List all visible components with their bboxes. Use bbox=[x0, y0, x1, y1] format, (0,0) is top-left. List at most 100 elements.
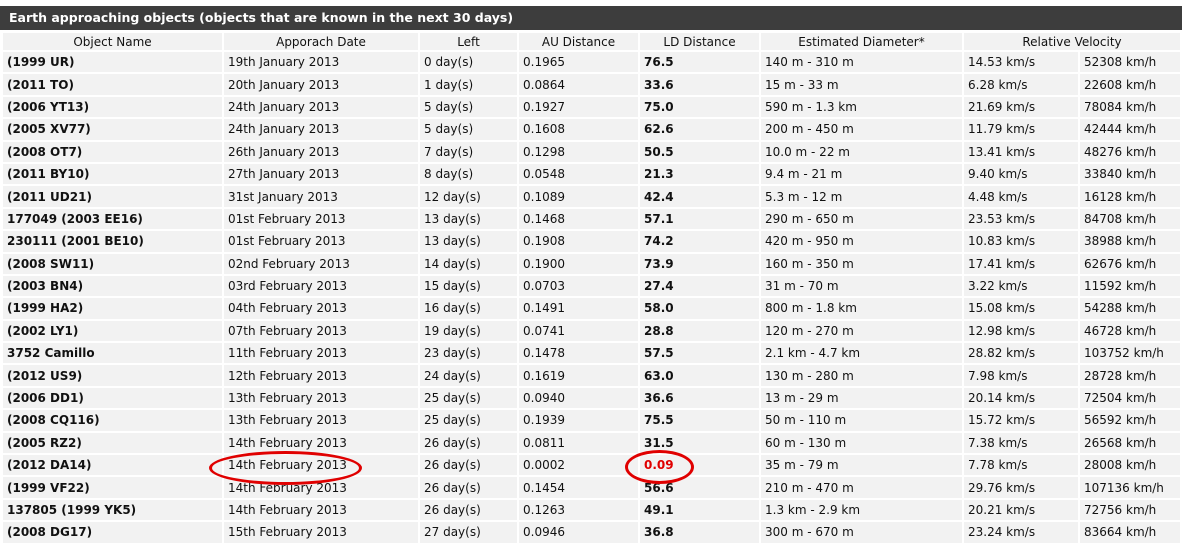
cell-approach-date: 31st January 2013 bbox=[224, 186, 418, 207]
cell-estimated-diameter: 5.3 m - 12 m bbox=[761, 186, 962, 207]
cell-ld-distance: 36.8 bbox=[640, 522, 759, 543]
cell-ld-distance: 58.0 bbox=[640, 298, 759, 319]
cell-ld-distance: 49.1 bbox=[640, 499, 759, 521]
col-estimated-diameter: Estimated Diameter* bbox=[761, 33, 962, 50]
cell-velocity-kms: 6.28 km/s bbox=[964, 74, 1078, 95]
cell-estimated-diameter: 290 m - 650 m bbox=[761, 208, 962, 230]
cell-au-distance: 0.0811 bbox=[519, 432, 638, 454]
cell-velocity-kmh: 72504 km/h bbox=[1080, 387, 1180, 409]
cell-object-name: (2012 DA14) bbox=[3, 455, 222, 476]
cell-ld-distance: 62.6 bbox=[640, 119, 759, 140]
cell-estimated-diameter: 9.4 m - 21 m bbox=[761, 163, 962, 185]
table-row: (2011 TO) 20th January 2013 1 day(s) 0.0864… bbox=[3, 74, 1180, 95]
cell-days-left: 26 day(s) bbox=[420, 432, 517, 454]
cell-estimated-diameter: 1.3 km - 2.9 km bbox=[761, 499, 962, 521]
cell-days-left: 19 day(s) bbox=[420, 320, 517, 342]
cell-object-name: (2006 YT13) bbox=[3, 96, 222, 118]
cell-velocity-kms: 9.40 km/s bbox=[964, 163, 1078, 185]
table-row: (2002 LY1) 07th February 2013 19 day(s) 0.0… bbox=[3, 320, 1180, 342]
cell-object-name: (2011 UD21) bbox=[3, 186, 222, 207]
cell-velocity-kmh: 72756 km/h bbox=[1080, 499, 1180, 521]
cell-au-distance: 0.0946 bbox=[519, 522, 638, 543]
cell-velocity-kmh: 11592 km/h bbox=[1080, 275, 1180, 297]
table-row: (2012 US9) 12th February 2013 24 day(s) 0.1… bbox=[3, 365, 1180, 386]
cell-approach-date: 27th January 2013 bbox=[224, 163, 418, 185]
cell-ld-distance: 50.5 bbox=[640, 141, 759, 162]
cell-approach-date: 14th February 2013 bbox=[224, 499, 418, 521]
col-approach-date: Apporach Date bbox=[224, 33, 418, 50]
table-row: (2008 SW11) 02nd February 2013 14 day(s) 0.… bbox=[3, 253, 1180, 274]
cell-ld-distance: 56.6 bbox=[640, 477, 759, 498]
table-row: (2008 CQ116) 13th February 2013 25 day(s) 0… bbox=[3, 410, 1180, 431]
cell-velocity-kmh: 28008 km/h bbox=[1080, 455, 1180, 476]
cell-au-distance: 0.1089 bbox=[519, 186, 638, 207]
cell-velocity-kmh: 54288 km/h bbox=[1080, 298, 1180, 319]
col-au-distance: AU Distance bbox=[519, 33, 638, 50]
cell-estimated-diameter: 13 m - 29 m bbox=[761, 387, 962, 409]
cell-days-left: 26 day(s) bbox=[420, 499, 517, 521]
table-row: 3752 Camillo 11th February 2013 23 day(s) 0… bbox=[3, 343, 1180, 364]
table-row: 177049 (2003 EE16) 01st February 2013 13 d… bbox=[3, 208, 1180, 230]
cell-estimated-diameter: 10.0 m - 22 m bbox=[761, 141, 962, 162]
cell-approach-date: 24th January 2013 bbox=[224, 119, 418, 140]
cell-velocity-kms: 28.82 km/s bbox=[964, 343, 1078, 364]
cell-object-name: 3752 Camillo bbox=[3, 343, 222, 364]
objects-table: Object Name Apporach Date Left AU Distan… bbox=[1, 31, 1182, 545]
cell-au-distance: 0.0703 bbox=[519, 275, 638, 297]
cell-days-left: 12 day(s) bbox=[420, 186, 517, 207]
cell-ld-distance: 28.8 bbox=[640, 320, 759, 342]
cell-ld-distance: 27.4 bbox=[640, 275, 759, 297]
cell-ld-distance: 36.6 bbox=[640, 387, 759, 409]
cell-au-distance: 0.1478 bbox=[519, 343, 638, 364]
col-object-name: Object Name bbox=[3, 33, 222, 50]
cell-days-left: 5 day(s) bbox=[420, 119, 517, 140]
cell-ld-distance: 63.0 bbox=[640, 365, 759, 386]
cell-approach-date: 12th February 2013 bbox=[224, 365, 418, 386]
cell-days-left: 16 day(s) bbox=[420, 298, 517, 319]
cell-approach-date: 13th February 2013 bbox=[224, 410, 418, 431]
table-row: (2011 BY10) 27th January 2013 8 day(s) 0.05… bbox=[3, 163, 1180, 185]
cell-au-distance: 0.1619 bbox=[519, 365, 638, 386]
cell-approach-date: 24th January 2013 bbox=[224, 96, 418, 118]
cell-estimated-diameter: 210 m - 470 m bbox=[761, 477, 962, 498]
cell-ld-distance: 33.6 bbox=[640, 74, 759, 95]
cell-ld-distance: 75.5 bbox=[640, 410, 759, 431]
cell-object-name: (2008 CQ116) bbox=[3, 410, 222, 431]
cell-estimated-diameter: 590 m - 1.3 km bbox=[761, 96, 962, 118]
cell-ld-distance: 76.5 bbox=[640, 52, 759, 73]
cell-approach-date: 02nd February 2013 bbox=[224, 253, 418, 274]
cell-au-distance: 0.1908 bbox=[519, 231, 638, 252]
cell-days-left: 1 day(s) bbox=[420, 74, 517, 95]
cell-days-left: 13 day(s) bbox=[420, 208, 517, 230]
cell-velocity-kms: 20.21 km/s bbox=[964, 499, 1078, 521]
cell-velocity-kms: 10.83 km/s bbox=[964, 231, 1078, 252]
cell-object-name: (2006 DD1) bbox=[3, 387, 222, 409]
cell-au-distance: 0.1298 bbox=[519, 141, 638, 162]
cell-velocity-kmh: 33840 km/h bbox=[1080, 163, 1180, 185]
cell-velocity-kmh: 22608 km/h bbox=[1080, 74, 1180, 95]
cell-estimated-diameter: 200 m - 450 m bbox=[761, 119, 962, 140]
cell-velocity-kmh: 26568 km/h bbox=[1080, 432, 1180, 454]
cell-estimated-diameter: 50 m - 110 m bbox=[761, 410, 962, 431]
cell-velocity-kmh: 52308 km/h bbox=[1080, 52, 1180, 73]
cell-approach-date: 26th January 2013 bbox=[224, 141, 418, 162]
cell-approach-date: 14th February 2013 bbox=[224, 477, 418, 498]
cell-velocity-kms: 21.69 km/s bbox=[964, 96, 1078, 118]
cell-days-left: 5 day(s) bbox=[420, 96, 517, 118]
table-row: (2005 RZ2) 14th February 2013 26 day(s) 0.0… bbox=[3, 432, 1180, 454]
cell-ld-distance: 0.09 bbox=[640, 455, 759, 476]
page: Earth approaching objects (objects that … bbox=[0, 0, 1182, 545]
cell-approach-date: 03rd February 2013 bbox=[224, 275, 418, 297]
cell-velocity-kmh: 28728 km/h bbox=[1080, 365, 1180, 386]
cell-ld-distance: 42.4 bbox=[640, 186, 759, 207]
cell-approach-date: 01st February 2013 bbox=[224, 208, 418, 230]
cell-velocity-kms: 20.14 km/s bbox=[964, 387, 1078, 409]
table-row: (2006 DD1) 13th February 2013 25 day(s) 0.0… bbox=[3, 387, 1180, 409]
cell-days-left: 25 day(s) bbox=[420, 387, 517, 409]
cell-object-name: 177049 (2003 EE16) bbox=[3, 208, 222, 230]
cell-velocity-kmh: 107136 km/h bbox=[1080, 477, 1180, 498]
cell-ld-distance: 57.1 bbox=[640, 208, 759, 230]
cell-estimated-diameter: 160 m - 350 m bbox=[761, 253, 962, 274]
table-row: (1999 HA2) 04th February 2013 16 day(s) 0.1… bbox=[3, 298, 1180, 319]
cell-approach-date: 11th February 2013 bbox=[224, 343, 418, 364]
